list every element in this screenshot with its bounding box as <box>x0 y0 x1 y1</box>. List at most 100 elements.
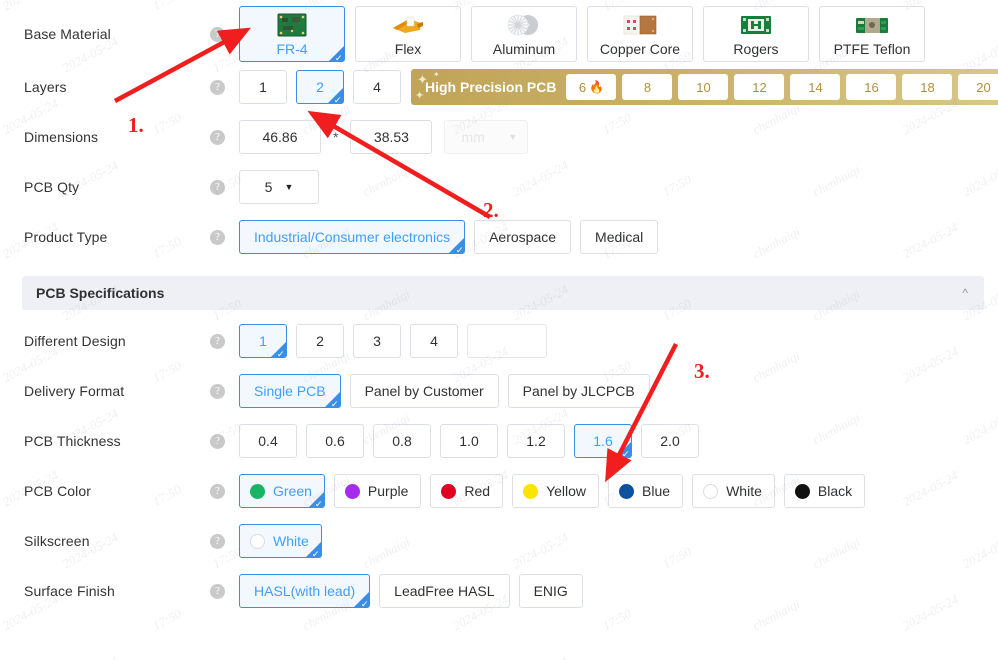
option-delivery-format-panel-by-customer[interactable]: Panel by Customer <box>349 374 499 408</box>
option-layers-1[interactable]: 1 <box>239 70 287 104</box>
option-delivery-format-single-pcb[interactable]: Single PCB <box>239 374 341 408</box>
help-icon-dimensions[interactable]: ? <box>210 129 225 145</box>
section-header-pcb-specifications[interactable]: PCB Specifications ^ <box>22 276 984 310</box>
option-base-material-aluminum[interactable]: Aluminum <box>471 6 577 62</box>
option-base-material-rogers[interactable]: Rogers <box>703 6 809 62</box>
options-product-type: Industrial/Consumer electronics Aerospac… <box>239 220 667 254</box>
option-silkscreen-white[interactable]: White <box>239 524 322 558</box>
option-pcb-color-blue[interactable]: Blue <box>608 474 684 508</box>
option-layers-10[interactable]: 10 <box>678 74 729 100</box>
option-pcb-thickness-2-0[interactable]: 2.0 <box>641 424 699 458</box>
section-title: PCB Specifications <box>36 285 165 301</box>
help-icon-pcb-color[interactable]: ? <box>210 483 225 499</box>
option-layers-8[interactable]: 8 <box>622 74 673 100</box>
option-pcb-thickness-0-6[interactable]: 0.6 <box>306 424 364 458</box>
high-precision-pcb-banner: ✦ ✦ ✦ High Precision PCB 6 🔥 8 10 12 14 … <box>411 69 998 105</box>
options-base-material: FR-4 Flex <box>239 6 935 62</box>
option-layers-16[interactable]: 16 <box>846 74 897 100</box>
option-pcb-color-purple[interactable]: Purple <box>333 474 422 508</box>
option-pcb-color-green[interactable]: Green <box>239 474 325 508</box>
option-different-design-3[interactable]: 3 <box>353 324 401 358</box>
option-label: White <box>726 483 762 499</box>
help-icon-delivery-format[interactable]: ? <box>210 383 225 399</box>
help-icon-pcb-qty[interactable]: ? <box>210 179 225 195</box>
help-icon-silkscreen[interactable]: ? <box>210 533 225 549</box>
option-layers-6[interactable]: 6 🔥 <box>566 74 617 100</box>
color-swatch-green-icon <box>250 483 265 499</box>
option-label: White <box>273 533 309 549</box>
option-pcb-thickness-1-2[interactable]: 1.2 <box>507 424 565 458</box>
pcb-qty-select[interactable]: 5 ▼ <box>239 170 319 204</box>
options-pcb-thickness: 0.4 0.6 0.8 1.0 1.2 1.6 2.0 <box>239 424 708 458</box>
option-surface-finish-enig[interactable]: ENIG <box>518 574 583 608</box>
options-different-design: 1 2 3 4 <box>239 324 556 358</box>
option-pcb-color-yellow[interactable]: Yellow <box>512 474 600 508</box>
option-label: Flex <box>394 41 422 57</box>
option-label: Purple <box>367 483 409 499</box>
option-pcb-color-red[interactable]: Red <box>430 474 504 508</box>
option-label: 1.6 <box>593 433 613 449</box>
option-label: LeadFree HASL <box>394 583 495 599</box>
option-label: 2.0 <box>660 433 680 449</box>
help-icon-base-material[interactable]: ? <box>210 26 225 42</box>
option-product-type-medical[interactable]: Medical <box>580 220 659 254</box>
label-delivery-format: Delivery Format <box>24 383 125 399</box>
help-icon-layers[interactable]: ? <box>210 79 225 95</box>
different-design-custom-input[interactable] <box>467 324 547 358</box>
color-swatch-white-icon <box>703 483 719 499</box>
dimension-width-input[interactable] <box>239 120 321 154</box>
label-product-type: Product Type <box>24 229 108 245</box>
help-icon-pcb-thickness[interactable]: ? <box>210 433 225 449</box>
chevron-up-icon[interactable]: ^ <box>962 286 968 300</box>
option-pcb-color-black[interactable]: Black <box>783 474 866 508</box>
option-layers-12[interactable]: 12 <box>734 74 785 100</box>
options-silkscreen: White <box>239 524 331 558</box>
option-label: Medical <box>595 229 644 245</box>
color-swatch-blue-icon <box>619 483 635 499</box>
option-base-material-copper-core[interactable]: Copper Core <box>587 6 693 62</box>
ptfe-board-icon <box>851 12 893 38</box>
option-label: Aluminum <box>492 41 556 57</box>
help-icon-different-design[interactable]: ? <box>210 333 225 349</box>
option-base-material-ptfe-teflon[interactable]: PTFE Teflon <box>819 6 925 62</box>
option-label: 16 <box>864 79 879 95</box>
help-icon-surface-finish[interactable]: ? <box>210 583 225 599</box>
option-pcb-thickness-0-4[interactable]: 0.4 <box>239 424 297 458</box>
option-layers-14[interactable]: 14 <box>790 74 841 100</box>
option-base-material-fr4[interactable]: FR-4 <box>239 6 345 62</box>
flex-cable-icon <box>387 12 429 38</box>
options-surface-finish: HASL(with lead) LeadFree HASL ENIG <box>239 574 592 608</box>
pcb-order-configurator: chenhaiqi2024-05-2417:50chenhaiqi2024-05… <box>0 0 998 660</box>
row-surface-finish: Surface Finish ? HASL(with lead) LeadFre… <box>0 566 998 616</box>
row-different-design: Different Design ? 1 2 3 4 <box>0 316 998 366</box>
option-product-type-aerospace[interactable]: Aerospace <box>474 220 572 254</box>
label-base-material: Base Material <box>24 26 111 42</box>
option-layers-4[interactable]: 4 <box>353 70 401 104</box>
option-product-type-industrial[interactable]: Industrial/Consumer electronics <box>239 220 466 254</box>
option-different-design-2[interactable]: 2 <box>296 324 344 358</box>
row-product-type: Product Type ? Industrial/Consumer elect… <box>0 212 998 262</box>
option-pcb-thickness-1-6[interactable]: 1.6 <box>574 424 632 458</box>
option-surface-finish-hasl-with-lead[interactable]: HASL(with lead) <box>239 574 371 608</box>
option-surface-finish-leadfree-hasl[interactable]: LeadFree HASL <box>379 574 510 608</box>
option-layers-18[interactable]: 18 <box>902 74 953 100</box>
option-label: Yellow <box>546 483 587 499</box>
option-delivery-format-panel-by-jlcpcb[interactable]: Panel by JLCPCB <box>507 374 650 408</box>
option-label: HASL(with lead) <box>254 583 356 599</box>
option-base-material-flex[interactable]: Flex <box>355 6 461 62</box>
option-label: 18 <box>920 79 935 95</box>
label-pcb-thickness: PCB Thickness <box>24 433 121 449</box>
option-pcb-thickness-0-8[interactable]: 0.8 <box>373 424 431 458</box>
dimension-unit-select[interactable]: mm ▼ <box>444 120 529 154</box>
option-pcb-thickness-1-0[interactable]: 1.0 <box>440 424 498 458</box>
option-layers-2[interactable]: 2 <box>296 70 344 104</box>
option-different-design-1[interactable]: 1 <box>239 324 287 358</box>
dimension-height-input[interactable] <box>350 120 433 154</box>
option-layers-20[interactable]: 20 <box>958 74 998 100</box>
flame-icon: 🔥 <box>589 80 605 94</box>
option-different-design-4[interactable]: 4 <box>410 324 458 358</box>
help-icon-product-type[interactable]: ? <box>210 229 225 245</box>
options-pcb-color: Green Purple Red Yellow Blue <box>239 474 874 508</box>
option-label: Black <box>817 483 853 499</box>
option-pcb-color-white[interactable]: White <box>692 474 775 508</box>
